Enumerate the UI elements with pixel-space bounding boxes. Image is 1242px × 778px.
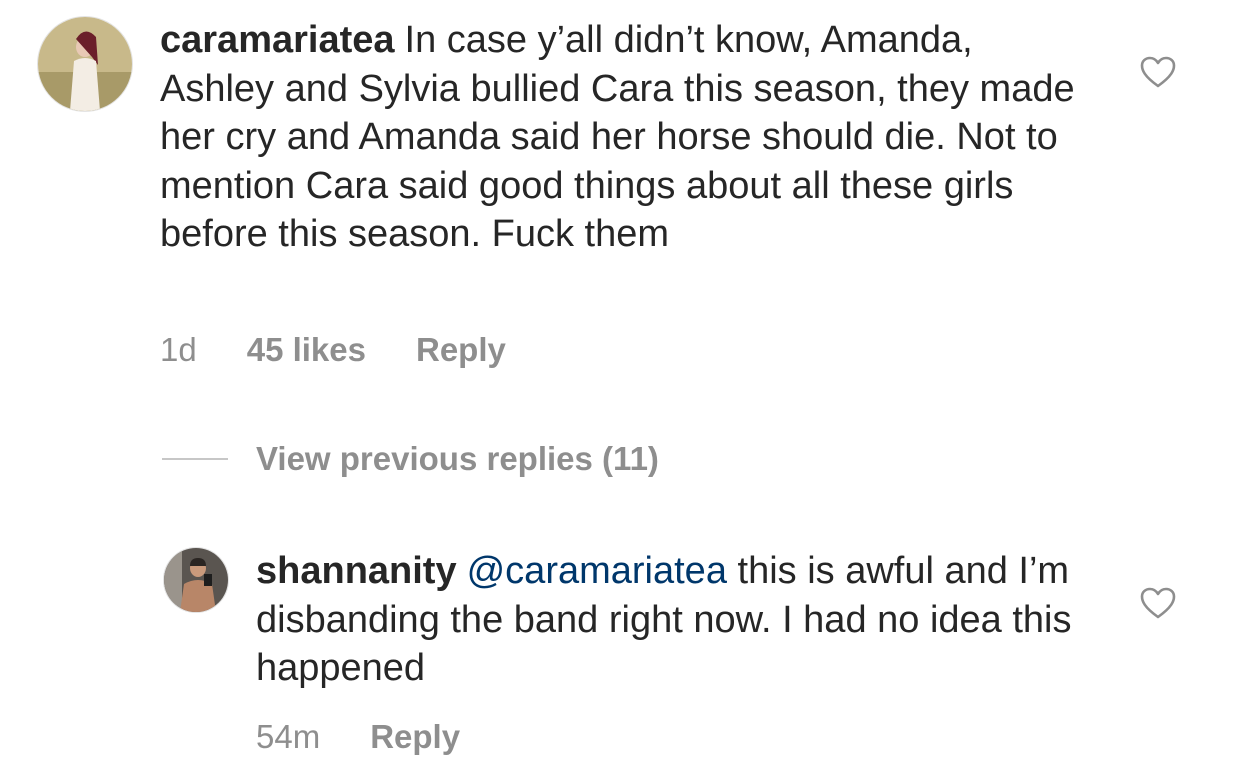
- heart-icon[interactable]: [1140, 587, 1176, 620]
- replies-divider: [162, 458, 228, 460]
- comment-meta: 1d 45 likes Reply: [160, 331, 506, 369]
- comment-likes[interactable]: 45 likes: [247, 331, 366, 369]
- commenter-avatar[interactable]: [37, 16, 133, 112]
- comment-time: 1d: [160, 331, 197, 368]
- reply-username[interactable]: shannanity: [256, 550, 457, 592]
- user-avatar-icon: [164, 548, 228, 612]
- comment-username[interactable]: caramariatea: [160, 19, 395, 61]
- view-previous-replies-button[interactable]: View previous replies (11): [162, 440, 659, 478]
- reply-meta: 54m Reply: [256, 718, 460, 756]
- reply-time: 54m: [256, 718, 321, 755]
- heart-icon[interactable]: [1140, 56, 1176, 89]
- comment-reply-button[interactable]: Reply: [416, 331, 506, 369]
- view-replies-label: View previous replies (11): [256, 440, 659, 477]
- reply-reply-button[interactable]: Reply: [370, 718, 460, 756]
- reply-body: shannanity @caramariatea this is awful an…: [256, 547, 1076, 693]
- reply-avatar[interactable]: [163, 547, 229, 613]
- user-avatar-icon: [38, 17, 132, 111]
- comment-body: caramariatea In case y’all didn’t know, A…: [160, 16, 1090, 259]
- reply-mention[interactable]: @caramariatea: [467, 550, 727, 592]
